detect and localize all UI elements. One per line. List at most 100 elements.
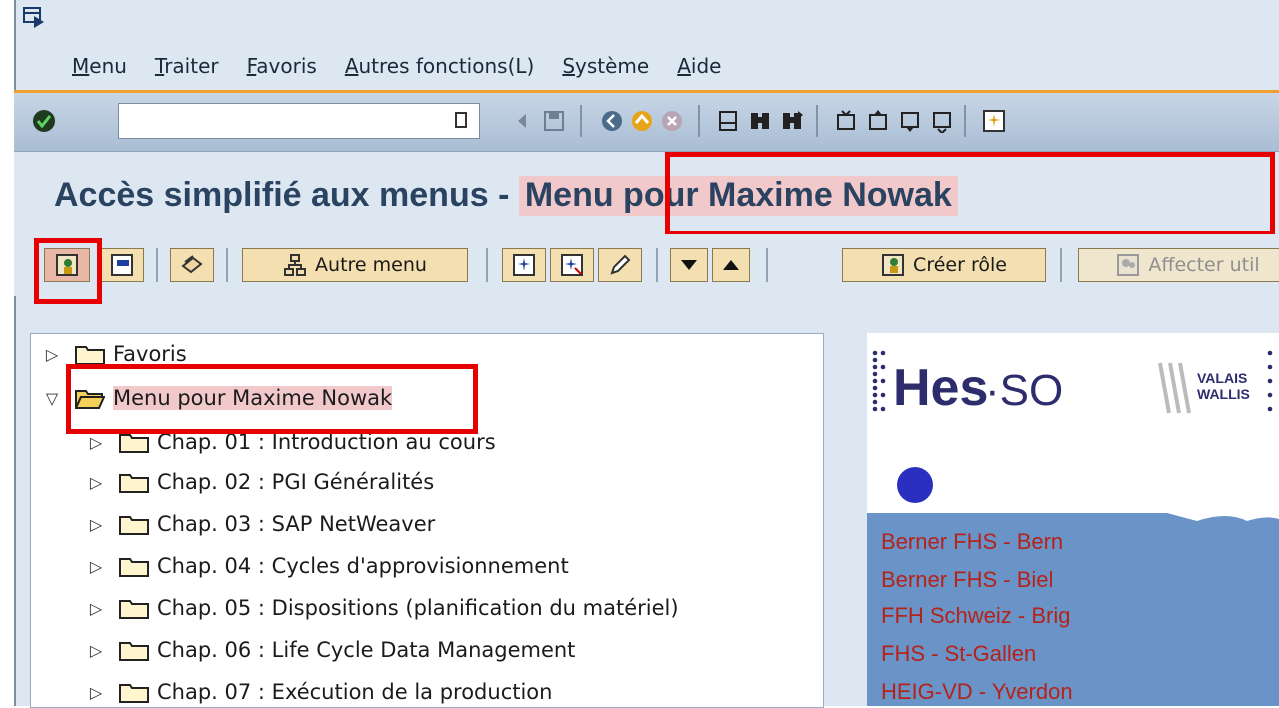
tree-node-favoris[interactable]: ▷ Favoris [41, 334, 187, 374]
tree-node-chap-04[interactable]: ▷ Chap. 04 : Cycles d'approvisionnement [85, 546, 569, 586]
toolbar-separator [964, 105, 966, 137]
tree-node-chap-03[interactable]: ▷ Chap. 03 : SAP NetWeaver [85, 504, 435, 544]
expand-triangle-icon[interactable]: ▷ [85, 557, 107, 576]
folder-icon [119, 434, 149, 453]
menu-bar: Menu Traiter Favoris Autres fonctions(L)… [72, 54, 749, 84]
tree-node-label: Chap. 04 : Cycles d'approvisionnement [157, 554, 569, 578]
folder-icon [75, 346, 105, 365]
toolbar-separator [156, 248, 158, 282]
assign-users-icon [1117, 254, 1140, 276]
tree-node-user-menu[interactable]: ▽ Menu pour Maxime Nowak [41, 378, 393, 418]
user-menu-button[interactable] [44, 248, 90, 282]
back-icon[interactable] [598, 107, 626, 135]
user-menu-icon [56, 254, 78, 276]
title-bar: Accès simplifié aux menus - Menu pour Ma… [14, 152, 1279, 234]
menu-item-traiter[interactable]: Traiter [155, 54, 219, 84]
menu-tree: ▷ Favoris ▽ Menu pour Maxime Nowak ▷ Cha… [30, 333, 824, 708]
school-link-berner-bern[interactable]: Berner FHS - Bern [881, 529, 1063, 555]
change-favorite-button[interactable] [598, 248, 642, 282]
menu-item-systeme[interactable]: Système [562, 54, 649, 84]
logo-hes-text: Hes [893, 359, 988, 417]
menu-item-aide[interactable]: Aide [677, 54, 721, 84]
menu-item-menu[interactable]: Menu [72, 54, 127, 84]
back-arrow-icon[interactable] [508, 107, 536, 135]
toolbar-separator [698, 105, 700, 137]
toolbar-separator [766, 248, 768, 282]
toolbar-separator [580, 105, 582, 137]
affecter-label: Affecter util [1148, 254, 1260, 276]
find-icon[interactable] [746, 107, 774, 135]
print-icon[interactable] [714, 107, 742, 135]
system-menu-icon[interactable] [20, 4, 48, 32]
logo-wallis-text: WALLIS [1197, 386, 1250, 402]
last-page-icon[interactable] [928, 107, 956, 135]
tree-node-label: Chap. 05 : Dispositions (planification d… [157, 596, 679, 620]
delete-favorite-button[interactable] [550, 248, 594, 282]
sap-menu-icon [111, 254, 133, 276]
move-favorite-down-button[interactable] [670, 248, 708, 282]
create-session-icon[interactable] [980, 107, 1008, 135]
affecter-utilisateurs-button[interactable]: Affecter util [1078, 248, 1279, 282]
first-page-icon[interactable] [832, 107, 860, 135]
tree-node-label: Chap. 03 : SAP NetWeaver [157, 512, 436, 536]
add-favorite-button[interactable] [502, 248, 546, 282]
toolbar-separator [816, 105, 818, 137]
logo-so-text: ·SO [985, 366, 1063, 415]
toolbar-separator [226, 248, 228, 282]
exit-icon[interactable] [628, 107, 656, 135]
folder-icon [119, 642, 149, 661]
creer-role-label: Créer rôle [913, 254, 1007, 276]
previous-page-icon[interactable] [864, 107, 892, 135]
folder-icon [119, 558, 149, 577]
expand-triangle-icon[interactable]: ▷ [41, 345, 63, 364]
sap-menu-button[interactable] [100, 248, 144, 282]
delete-favorite-icon [561, 254, 583, 276]
hes-so-logo-panel: Hes ·SO VALAIS WALLIS [867, 333, 1279, 513]
tree-node-chap-06[interactable]: ▷ Chap. 06 : Life Cycle Data Management [85, 630, 576, 670]
schools-list: Berner FHS - Bern Berner FHS - Biel FFH … [867, 513, 1279, 706]
tree-node-label: Menu pour Maxime Nowak [113, 386, 393, 410]
tree-node-label: Chap. 06 : Life Cycle Data Management [157, 638, 576, 662]
toolbar-separator [656, 248, 658, 282]
expand-triangle-icon[interactable]: ▷ [85, 683, 107, 702]
tree-node-chap-07[interactable]: ▷ Chap. 07 : Exécution de la production [85, 672, 553, 707]
school-link-ffh-brig[interactable]: FFH Schweiz - Brig [881, 603, 1070, 629]
school-link-fhs-st-gallen[interactable]: FHS - St-Gallen [881, 641, 1036, 667]
tree-node-chap-05[interactable]: ▷ Chap. 05 : Dispositions (planification… [85, 588, 679, 628]
collapse-triangle-icon[interactable]: ▽ [41, 389, 63, 408]
school-link-heig-vd[interactable]: HEIG-VD - Yverdon [881, 679, 1073, 705]
tree-node-label: Favoris [113, 342, 187, 366]
logo-valais-text: VALAIS [1197, 370, 1247, 386]
triangle-down-icon [681, 260, 697, 270]
tree-node-label: Chap. 07 : Exécution de la production [157, 680, 553, 704]
toolbar-separator [486, 248, 488, 282]
cancel-icon[interactable] [658, 107, 686, 135]
command-field[interactable] [118, 103, 480, 139]
standard-toolbar [14, 93, 1279, 152]
school-link-berner-biel[interactable]: Berner FHS - Biel [881, 567, 1053, 593]
autre-menu-button[interactable]: Autre menu [242, 248, 468, 282]
save-icon[interactable] [540, 107, 568, 135]
tree-node-chap-02[interactable]: ▷ Chap. 02 : PGI Généralités [85, 462, 434, 502]
expand-triangle-icon[interactable]: ▷ [85, 433, 107, 452]
expand-triangle-icon[interactable]: ▷ [85, 599, 107, 618]
command-history-icon[interactable] [455, 112, 467, 128]
tree-node-label: Chap. 01 : Introduction au cours [157, 430, 496, 454]
hes-so-logo: Hes ·SO VALAIS WALLIS [872, 350, 1273, 503]
folder-icon [119, 516, 149, 535]
next-page-icon[interactable] [896, 107, 924, 135]
enter-check-icon[interactable] [30, 107, 58, 135]
add-favorite-icon [513, 254, 535, 276]
move-favorite-up-button[interactable] [712, 248, 750, 282]
creer-role-button[interactable]: Créer rôle [842, 248, 1046, 282]
expand-triangle-icon[interactable]: ▷ [85, 641, 107, 660]
create-role-icon [882, 254, 905, 276]
expand-triangle-icon[interactable]: ▷ [85, 473, 107, 492]
business-workplace-button[interactable] [170, 248, 214, 282]
menu-item-favoris[interactable]: Favoris [247, 54, 317, 84]
menu-item-autres-fonctions[interactable]: Autres fonctions(L) [345, 54, 535, 84]
tree-node-chap-01[interactable]: ▷ Chap. 01 : Introduction au cours [85, 422, 496, 462]
expand-triangle-icon[interactable]: ▷ [85, 515, 107, 534]
application-toolbar: Autre menu Créer rôle Affecter util [14, 234, 1279, 296]
find-next-icon[interactable] [778, 107, 806, 135]
